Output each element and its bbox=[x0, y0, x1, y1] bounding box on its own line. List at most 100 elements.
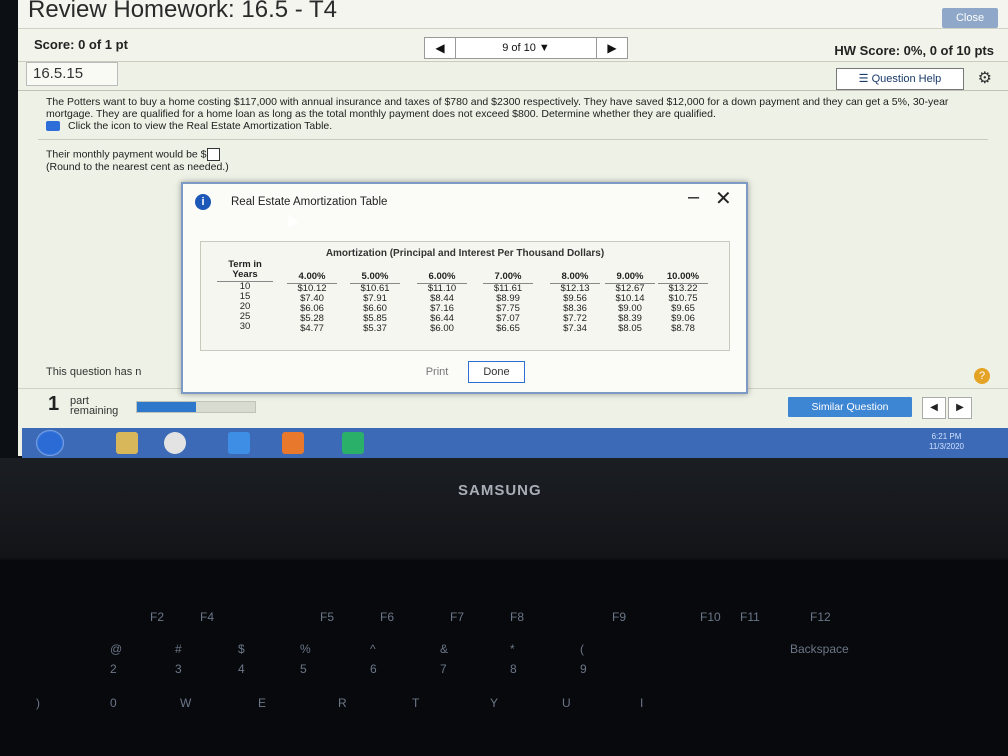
key: 6 bbox=[370, 662, 377, 676]
progress-fill bbox=[137, 402, 196, 412]
key: F2 bbox=[150, 610, 165, 624]
key: 9 bbox=[580, 662, 587, 676]
rate-column: 10.00% $13.22 $10.75 $9.65 $9.06 $8.78 bbox=[658, 272, 708, 334]
key: * bbox=[510, 642, 515, 656]
rate-column: 7.00% $11.61 $8.99 $7.75 $7.07 $6.65 bbox=[483, 272, 533, 334]
key: 8 bbox=[510, 662, 517, 676]
done-button[interactable]: Done bbox=[468, 361, 525, 383]
rate-column: 4.00% $10.12 $7.40 $6.06 $5.28 $4.77 bbox=[287, 272, 337, 334]
next-question-button[interactable]: ▶ bbox=[596, 38, 627, 58]
help-icon[interactable]: ? bbox=[974, 368, 990, 384]
table-link-text: Click the icon to view the Real Estate A… bbox=[68, 120, 333, 132]
key: F5 bbox=[320, 610, 335, 624]
rate-column: 5.00% $10.61 $7.91 $6.60 $5.85 $5.37 bbox=[350, 272, 400, 334]
key: W bbox=[180, 696, 192, 710]
rate-header: 8.00% bbox=[561, 271, 589, 282]
list-icon: ☰ bbox=[858, 73, 872, 85]
question-number: 16.5.15 bbox=[26, 62, 118, 86]
table-link[interactable]: Click the icon to view the Real Estate A… bbox=[46, 120, 332, 132]
key: 4 bbox=[238, 662, 245, 676]
key: 0 bbox=[110, 696, 117, 710]
term-header-years: Years bbox=[232, 269, 258, 280]
answer-input[interactable] bbox=[206, 148, 220, 161]
remote-desktop-icon[interactable] bbox=[342, 432, 364, 454]
score-text: Score: 0 of 1 pt bbox=[34, 37, 128, 52]
answer-hint: (Round to the nearest cent as needed.) bbox=[46, 161, 229, 174]
answer-prompt: Their monthly payment would be $ bbox=[46, 148, 207, 161]
amortization-table: Amortization (Principal and Interest Per… bbox=[200, 241, 730, 351]
table-cell: $6.65 bbox=[496, 323, 520, 334]
key: F7 bbox=[450, 610, 465, 624]
amortization-modal: i Real Estate Amortization Table – ✕ Amo… bbox=[181, 182, 748, 394]
book-icon[interactable] bbox=[46, 121, 60, 132]
key: ^ bbox=[370, 642, 376, 656]
similar-question-button[interactable]: Similar Question bbox=[788, 397, 912, 417]
term-cell: 30 bbox=[239, 321, 251, 332]
question-header: 16.5.15 ☰ Question Help ⚙ bbox=[18, 60, 1008, 90]
progress-bar bbox=[136, 401, 256, 413]
key: 5 bbox=[300, 662, 307, 676]
minimize-icon[interactable]: – bbox=[688, 186, 699, 209]
brand-logo: SAMSUNG bbox=[458, 482, 542, 499]
rate-header: 5.00% bbox=[361, 271, 389, 282]
key: % bbox=[300, 642, 311, 656]
print-button[interactable]: Print bbox=[408, 362, 466, 382]
term-column: Term in Years 10 15 20 25 30 bbox=[217, 260, 273, 332]
question-navigator: ◀ 9 of 10 ▼ ▶ bbox=[424, 37, 628, 59]
windows-taskbar: 6:21 PM 11/3/2020 bbox=[22, 428, 1008, 458]
rate-header: 6.00% bbox=[428, 271, 456, 282]
footer-bar: 1 part remaining Similar Question ◀ ▶ bbox=[18, 388, 1008, 429]
gear-icon[interactable]: ⚙ bbox=[978, 68, 992, 88]
key: F8 bbox=[510, 610, 525, 624]
divider bbox=[38, 139, 988, 140]
key: F9 bbox=[612, 610, 627, 624]
footer-next-button[interactable]: ▶ bbox=[948, 397, 972, 419]
system-clock[interactable]: 6:21 PM 11/3/2020 bbox=[929, 432, 964, 452]
chrome-icon[interactable] bbox=[164, 432, 186, 454]
laptop-keyboard: F2 F4 F5 F6 F7 F8 F9 F10 F11 F12 Backspa… bbox=[0, 560, 1008, 756]
media-player-icon[interactable] bbox=[282, 432, 304, 454]
key: @ bbox=[110, 642, 123, 656]
modal-title: Real Estate Amortization Table bbox=[231, 196, 388, 208]
rate-header: 10.00% bbox=[666, 271, 700, 282]
answer-section: Their monthly payment would be $ (Round … bbox=[46, 148, 229, 174]
browser-screen: Review Homework: 16.5 - T4 Close Score: … bbox=[18, 0, 1008, 456]
page-title: Review Homework: 16.5 - T4 bbox=[28, 0, 337, 23]
table-cell: $8.05 bbox=[618, 323, 642, 334]
key: I bbox=[640, 696, 644, 710]
question-help-button[interactable]: ☰ Question Help bbox=[836, 68, 964, 90]
file-explorer-icon[interactable] bbox=[116, 432, 138, 454]
key: F6 bbox=[380, 610, 395, 624]
rate-header: 4.00% bbox=[298, 271, 326, 282]
score-bar: Score: 0 of 1 pt ◀ 9 of 10 ▼ ▶ HW Score:… bbox=[18, 28, 1008, 62]
key: # bbox=[175, 642, 182, 656]
close-icon[interactable]: ✕ bbox=[715, 186, 732, 211]
key: ( bbox=[580, 642, 584, 656]
key: Y bbox=[490, 696, 499, 710]
close-button[interactable]: Close bbox=[942, 8, 998, 28]
footer-prev-button[interactable]: ◀ bbox=[922, 397, 946, 419]
title-bar: Review Homework: 16.5 - T4 Close bbox=[18, 0, 1008, 28]
internet-explorer-icon[interactable] bbox=[228, 432, 250, 454]
problem-text: The Potters want to buy a home costing $… bbox=[46, 96, 949, 120]
start-button-icon[interactable] bbox=[36, 430, 64, 456]
key: 2 bbox=[110, 662, 117, 676]
key: Backspace bbox=[790, 642, 849, 656]
table-cell: $7.34 bbox=[563, 323, 587, 334]
table-cell: $6.00 bbox=[430, 323, 454, 334]
key: R bbox=[338, 696, 347, 710]
rate-header: 7.00% bbox=[494, 271, 522, 282]
key: $ bbox=[238, 642, 245, 656]
previous-question-button[interactable]: ◀ bbox=[425, 38, 456, 58]
remaining-count: 1 bbox=[48, 393, 60, 415]
parts-note: This question has n bbox=[46, 366, 142, 378]
laptop-bezel: SAMSUNG bbox=[0, 458, 1008, 558]
key: U bbox=[562, 696, 571, 710]
key: E bbox=[258, 696, 267, 710]
question-position-dropdown[interactable]: 9 of 10 ▼ bbox=[456, 38, 596, 58]
key: F11 bbox=[740, 610, 760, 624]
key: 7 bbox=[440, 662, 447, 676]
key: ) bbox=[36, 696, 40, 710]
remaining-label: part remaining bbox=[70, 395, 119, 417]
rate-column: 6.00% $11.10 $8.44 $7.16 $6.44 $6.00 bbox=[417, 272, 467, 334]
